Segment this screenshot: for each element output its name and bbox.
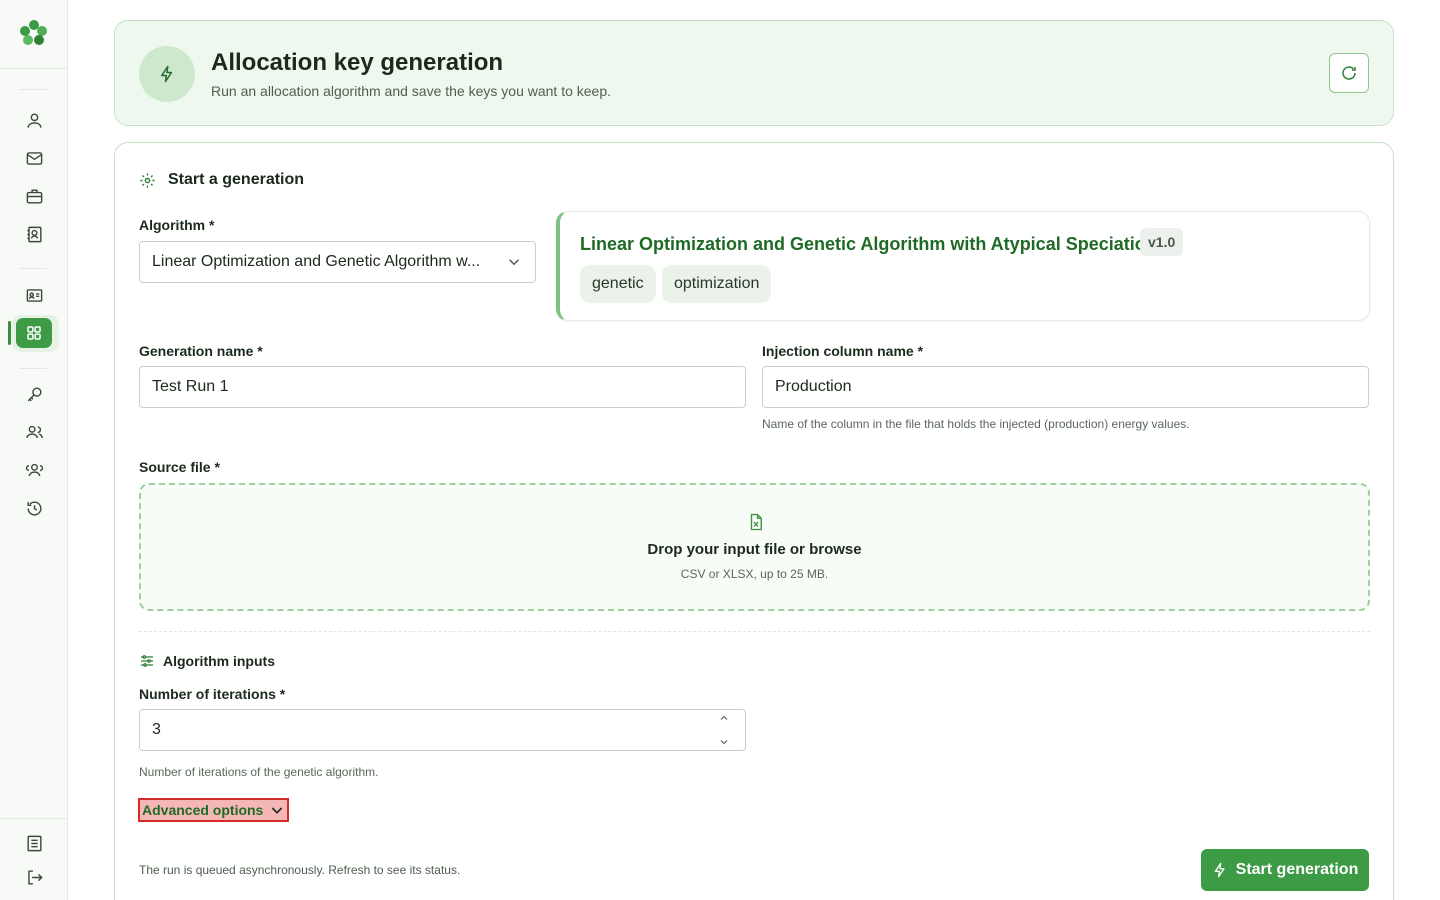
file-dropzone[interactable]: Drop your input file or browse CSV or XL… <box>139 483 1370 611</box>
sidebar-separator <box>20 268 47 269</box>
algorithm-label: Algorithm * <box>139 217 215 233</box>
users-icon[interactable] <box>22 420 46 444</box>
chevron-down-icon[interactable] <box>718 736 730 748</box>
tag-chip: optimization <box>662 265 772 303</box>
user-icon[interactable] <box>22 108 46 132</box>
spreadsheet-file-icon <box>750 513 762 531</box>
id-card-icon[interactable] <box>22 283 46 307</box>
advanced-options-toggle[interactable]: Advanced options <box>138 798 290 822</box>
start-generation-label: Start generation <box>1235 861 1359 878</box>
algorithm-name: Linear Optimization and Genetic Algorith… <box>580 234 1157 254</box>
iterations-input[interactable]: 3 <box>139 709 746 751</box>
gear-icon <box>140 172 155 188</box>
active-indicator <box>8 321 11 345</box>
sidebar-divider <box>0 818 67 819</box>
injection-column-hint: Name of the column in the file that hold… <box>762 417 1190 431</box>
sidebar-divider <box>0 68 67 69</box>
sidebar-separator <box>20 368 47 369</box>
section-divider <box>139 631 1370 632</box>
logout-icon[interactable] <box>22 865 46 889</box>
iterations-value: 3 <box>152 721 161 738</box>
page-title: Allocation key generation <box>211 49 504 76</box>
generation-form: Start a generation Algorithm * Linear Op… <box>114 142 1394 900</box>
iterations-hint: Number of iterations of the genetic algo… <box>139 765 379 779</box>
version-badge: v1.0 <box>1140 228 1184 256</box>
chevron-up-icon[interactable] <box>718 712 730 724</box>
queue-note: The run is queued asynchronously. Refres… <box>139 863 461 877</box>
mail-icon[interactable] <box>22 146 46 170</box>
refresh-icon <box>1342 66 1356 80</box>
generation-name-label: Generation name * <box>139 343 263 359</box>
iterations-label: Number of iterations * <box>139 686 286 702</box>
group-icon[interactable] <box>22 458 46 482</box>
sidebar <box>0 0 68 900</box>
bolt-icon <box>139 46 195 102</box>
algorithm-inputs-heading: Algorithm inputs <box>139 653 275 669</box>
page-header: Allocation key generation Run an allocat… <box>114 20 1394 126</box>
algorithm-inputs-title: Algorithm inputs <box>163 653 275 669</box>
algorithm-details-card: Linear Optimization and Genetic Algorith… <box>556 211 1370 321</box>
chevron-down-icon <box>508 259 520 266</box>
iterations-stepper[interactable] <box>713 712 735 748</box>
algorithm-select-value: Linear Optimization and Genetic Algorith… <box>152 253 481 270</box>
key-icon[interactable] <box>22 382 46 406</box>
generation-name-input[interactable]: Test Run 1 <box>139 366 746 408</box>
section-heading: Start a generation <box>139 171 304 189</box>
tag-chip: genetic <box>580 265 656 303</box>
refresh-button[interactable] <box>1329 53 1369 93</box>
app-logo[interactable] <box>19 18 49 48</box>
dropzone-title: Drop your input file or browse <box>647 541 862 558</box>
briefcase-icon[interactable] <box>22 184 46 208</box>
advanced-options-label: Advanced options <box>142 802 264 818</box>
bolt-icon <box>1214 862 1225 878</box>
injection-column-input[interactable]: Production <box>762 366 1369 408</box>
history-icon[interactable] <box>22 496 46 520</box>
source-file-label: Source file * <box>139 459 220 475</box>
sidebar-separator <box>20 89 47 90</box>
algorithm-select[interactable]: Linear Optimization and Genetic Algorith… <box>139 241 536 283</box>
injection-column-label: Injection column name * <box>762 343 924 359</box>
document-icon[interactable] <box>22 831 46 855</box>
chevron-down-icon <box>272 807 283 814</box>
dropzone-subtitle: CSV or XLSX, up to 25 MB. <box>680 567 829 581</box>
section-title: Start a generation <box>168 171 305 188</box>
grid-icon[interactable] <box>16 318 52 348</box>
sliders-icon <box>141 655 153 667</box>
start-generation-button[interactable]: Start generation <box>1201 849 1369 891</box>
contacts-icon[interactable] <box>22 222 46 246</box>
page-subtitle: Run an allocation algorithm and save the… <box>211 83 612 99</box>
